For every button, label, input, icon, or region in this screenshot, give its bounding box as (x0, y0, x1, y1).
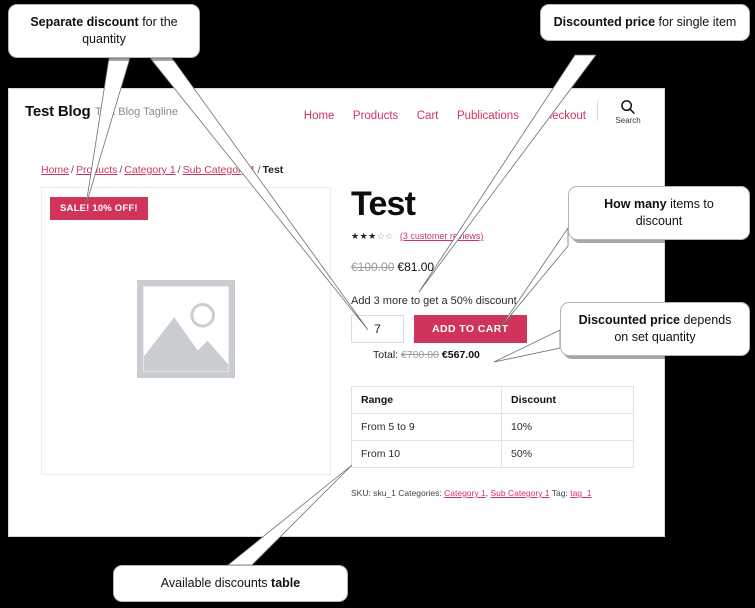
meta-category-1-link[interactable]: Category 1 (444, 488, 486, 498)
total-original: €700.00 (401, 349, 439, 361)
site-header: Test Blog Test Blog Tagline Home Product… (9, 89, 664, 147)
image-placeholder-icon (136, 279, 236, 383)
sale-badge: SALE! 10% OFF! (50, 197, 148, 220)
product-image-placeholder[interactable] (42, 188, 330, 474)
customer-reviews-link[interactable]: (3 customer reviews) (400, 231, 484, 241)
breadcrumb-separator: / (71, 164, 74, 176)
nav-divider (597, 101, 598, 121)
add-to-cart-button[interactable]: ADD TO CART (414, 315, 527, 343)
stars-empty: ☆☆ (376, 230, 394, 241)
nav-item-home[interactable]: Home (304, 110, 335, 122)
callout-discounted-price-quantity: Discounted price depends on set quantity (560, 302, 750, 356)
callout-4-bold: Discounted price (578, 313, 680, 327)
column-header-discount: Discount (501, 386, 634, 414)
product-gallery: SALE! 10% OFF! (41, 187, 331, 475)
category-separator: , (485, 488, 489, 498)
price-discounted: €81.00 (397, 260, 435, 274)
cell-range: From 5 to 9 (350, 413, 503, 441)
site-brand[interactable]: Test Blog (25, 103, 91, 120)
main-navigation: Home Products Cart Publications Checkout (304, 106, 586, 124)
breadcrumb: Home / Products / Category 1/Sub Category 1/… (41, 164, 283, 176)
breadcrumb-separator: / (257, 164, 261, 176)
product-price: €100.00 €81.00 (351, 260, 641, 274)
product-meta: SKU: sku_1 Categories: Category 1, Sub C… (351, 488, 641, 498)
nav-item-cart[interactable]: Cart (417, 110, 439, 122)
breadcrumb-separator: / (177, 164, 181, 176)
callout-3-bold: How many (604, 197, 667, 211)
breadcrumb-separator: / (119, 164, 123, 176)
breadcrumb-item-sub-category-1[interactable]: Sub Category 1 (183, 164, 256, 176)
tag-label: Tag: (551, 488, 568, 498)
nav-item-products[interactable]: Products (353, 110, 398, 122)
callout-5-bold: table (271, 576, 301, 590)
breadcrumb-item-current: Test (262, 164, 284, 176)
nav-item-publications[interactable]: Publications (457, 110, 519, 122)
discount-table: Range Discount From 5 to 9 10% From 10 5… (350, 386, 634, 468)
callout-1-bold: Separate discount (30, 15, 139, 29)
nav-item-checkout[interactable]: Checkout (537, 110, 586, 122)
callout-available-discounts-table: Available discounts table (113, 565, 348, 602)
meta-tag-link[interactable]: tag_1 (570, 488, 591, 498)
breadcrumb-item-home[interactable]: Home (41, 164, 69, 176)
search-button[interactable]: Search (604, 99, 652, 125)
table-row: From 10 50% (350, 440, 634, 468)
sku-value: sku_1 (373, 488, 396, 498)
table-row: From 5 to 9 10% (350, 413, 634, 441)
cell-range: From 10 (350, 440, 503, 468)
star-rating-icon: ★★★☆☆ (351, 230, 394, 241)
table-header-row: Range Discount (350, 386, 634, 414)
callout-2-bold: Discounted price (553, 15, 656, 29)
breadcrumb-item-category-1[interactable]: Category 1 (124, 164, 175, 176)
callout-separate-discount: Separate discount for the quantity (8, 4, 200, 58)
callout-discounted-price-single: Discounted price for single item (540, 4, 750, 41)
meta-sub-category-1-link[interactable]: Sub Category 1 (490, 488, 549, 498)
cell-discount: 10% (501, 413, 634, 441)
search-icon (604, 99, 652, 115)
sku-label: SKU: (351, 488, 371, 498)
price-original: €100.00 (351, 260, 395, 274)
cell-discount: 50% (501, 440, 634, 468)
callout-how-many-items: How many items to discount (568, 186, 750, 240)
site-tagline: Test Blog Tagline (95, 106, 178, 118)
total-label: Total: (373, 349, 399, 361)
stars-filled: ★★★ (351, 230, 377, 241)
quantity-input[interactable] (351, 315, 404, 343)
column-header-range: Range (350, 386, 503, 414)
breadcrumb-item-products[interactable]: Products (76, 164, 117, 176)
total-discounted: €567.00 (441, 349, 480, 361)
search-label: Search (615, 116, 641, 125)
categories-label: Categories: (398, 488, 442, 498)
callout-5-pre: Available discounts (160, 576, 272, 590)
callout-2-rest: for single item (655, 15, 737, 29)
